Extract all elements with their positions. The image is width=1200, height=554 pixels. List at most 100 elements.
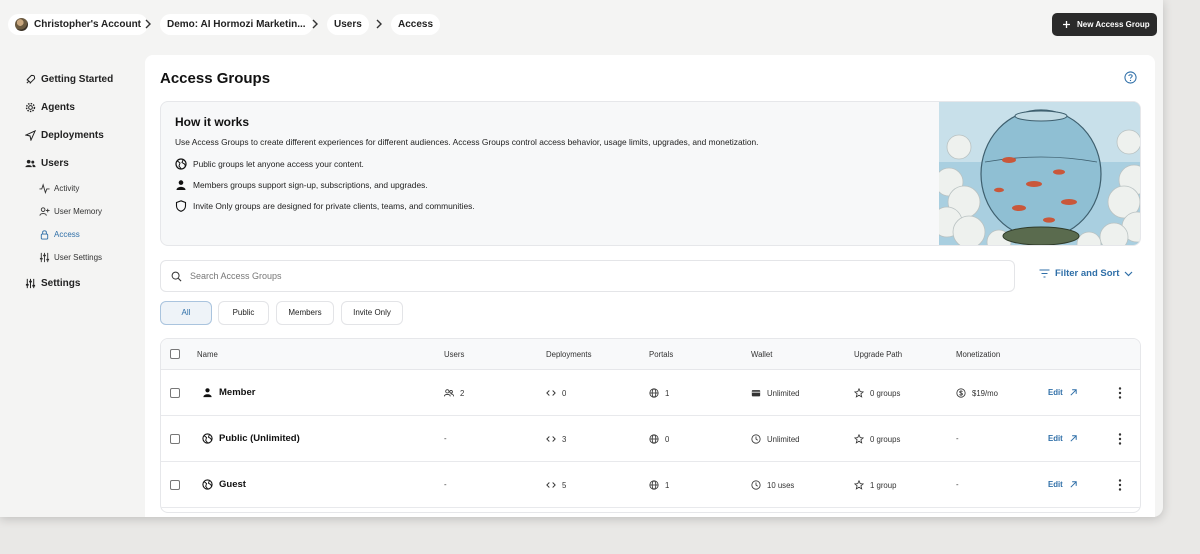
fishbowl-illustration [939, 102, 1140, 245]
edit-link[interactable]: Edit [1048, 480, 1078, 489]
edit-label: Edit [1048, 388, 1063, 397]
how-it-works-title: How it works [175, 115, 250, 129]
sidebar-item-agents[interactable]: Agents [25, 102, 75, 113]
help-icon[interactable] [1124, 71, 1137, 84]
tab-all[interactable]: All [160, 301, 212, 325]
tab-public[interactable]: Public [218, 301, 269, 325]
row-checkbox[interactable] [170, 434, 180, 444]
users-cell: 2 [444, 388, 464, 398]
edit-link[interactable]: Edit [1048, 434, 1078, 443]
search-bar [160, 260, 1015, 292]
how-item-text: Public groups let anyone access your con… [193, 159, 364, 169]
table-row[interactable]: Member 2 0 1 Unlimited 0 groups $19/mo E… [161, 370, 1140, 416]
select-all-checkbox[interactable] [170, 349, 180, 359]
users-icon [25, 158, 36, 169]
row-checkbox[interactable] [170, 388, 180, 398]
users-count: - [444, 480, 447, 489]
sidebar-item-deployments[interactable]: Deployments [25, 130, 104, 141]
tab-members[interactable]: Members [276, 301, 334, 325]
external-link-icon [1070, 389, 1077, 396]
star-icon [854, 388, 864, 398]
account-switcher[interactable]: Christopher's Account [8, 14, 149, 35]
sidebar-item-label: Settings [41, 278, 81, 289]
how-item-text: Members groups support sign-up, subscrip… [193, 180, 428, 190]
plus-icon [1063, 21, 1070, 28]
wallet-value: 10 uses [767, 480, 795, 490]
shield-icon [175, 200, 187, 212]
monetization-cell: - [956, 434, 959, 443]
group-name: Guest [219, 479, 246, 490]
more-options-icon[interactable] [1117, 478, 1123, 492]
how-item-text: Invite Only groups are designed for priv… [193, 201, 475, 211]
table-row[interactable]: Public (Unlimited) - 3 0 Unlimited 0 gro… [161, 416, 1140, 462]
sidebar-item-user-settings[interactable]: User Settings [39, 252, 102, 263]
how-item-members: Members groups support sign-up, subscrip… [175, 179, 428, 191]
sliders-icon [39, 252, 50, 263]
sidebar-item-activity[interactable]: Activity [39, 183, 79, 194]
sidebar-item-label: Users [41, 158, 69, 169]
chevron-down-icon [1124, 271, 1133, 276]
star-icon [854, 480, 864, 490]
breadcrumb-project[interactable]: Demo: AI Hormozi Marketin... [160, 14, 313, 35]
monetization-cell: $19/mo [956, 388, 998, 398]
chevron-right-icon [312, 19, 318, 29]
wallet-cell: Unlimited [751, 434, 800, 444]
globe-icon [175, 158, 187, 170]
sidebar-item-access[interactable]: Access [39, 229, 80, 240]
edit-label: Edit [1048, 480, 1063, 489]
breadcrumb-access[interactable]: Access [391, 14, 441, 35]
globe-icon [649, 388, 659, 398]
sliders-icon [25, 278, 36, 289]
portals-cell: 0 [649, 434, 669, 444]
new-access-group-button[interactable]: New Access Group [1052, 13, 1157, 36]
globe-icon [649, 480, 659, 490]
sidebar-item-label: Deployments [41, 130, 104, 141]
users-cell: - [444, 434, 447, 443]
search-input[interactable] [190, 271, 970, 281]
wallet-cell: 10 uses [751, 480, 794, 490]
breadcrumb-users[interactable]: Users [327, 14, 369, 35]
deployments-cell: 3 [546, 434, 566, 444]
column-header-portals: Portals [649, 350, 674, 359]
dollar-circle-icon [956, 388, 966, 398]
wallet-value: Unlimited [767, 388, 800, 398]
filter-and-sort-button[interactable]: Filter and Sort [1039, 268, 1133, 279]
monetization-value: $19/mo [972, 388, 999, 398]
row-checkbox[interactable] [170, 480, 180, 490]
portals-cell: 1 [649, 388, 669, 398]
deployments-count: 0 [562, 388, 567, 398]
app-window: Christopher's Account Demo: AI Hormozi M… [0, 0, 1163, 517]
clock-icon [751, 480, 761, 490]
user-plus-icon [39, 206, 50, 217]
tab-invite-only[interactable]: Invite Only [341, 301, 403, 325]
table-row[interactable]: Guest - 5 1 10 uses 1 group - Edit [161, 462, 1140, 508]
filter-icon [1039, 269, 1050, 278]
globe-icon [202, 479, 213, 490]
sidebar-item-users[interactable]: Users [25, 158, 69, 169]
more-options-icon[interactable] [1117, 432, 1123, 446]
gear-icon [25, 102, 36, 113]
code-icon [546, 482, 556, 488]
sidebar-item-user-memory[interactable]: User Memory [39, 206, 102, 217]
column-header-users: Users [444, 350, 465, 359]
edit-link[interactable]: Edit [1048, 388, 1078, 397]
code-icon [546, 436, 556, 442]
sidebar-item-getting-started[interactable]: Getting Started [25, 74, 113, 85]
group-name: Member [219, 387, 256, 398]
sidebar-item-settings[interactable]: Settings [25, 278, 80, 289]
group-name-cell: Member [202, 387, 255, 398]
send-icon [25, 130, 36, 141]
external-link-icon [1070, 481, 1077, 488]
more-options-icon[interactable] [1117, 386, 1123, 400]
column-header-name: Name [197, 350, 218, 359]
deployments-cell: 0 [546, 388, 566, 398]
upgrade-path-value: 0 groups [870, 434, 901, 444]
how-it-works-description: Use Access Groups to create different ex… [175, 137, 759, 147]
group-name-cell: Public (Unlimited) [202, 433, 300, 444]
new-access-group-label: New Access Group [1077, 20, 1150, 29]
sidebar-item-label: Activity [54, 184, 80, 193]
upgrade-path-cell: 1 group [854, 480, 896, 490]
rocket-icon [25, 74, 36, 85]
users-count: - [444, 434, 447, 443]
avatar [15, 18, 28, 31]
